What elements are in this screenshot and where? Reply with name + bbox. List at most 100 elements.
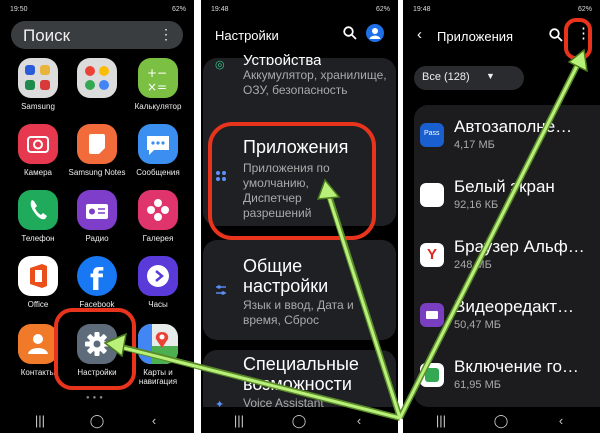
svg-text:+−: +− <box>147 66 167 80</box>
radio-icon <box>77 190 117 230</box>
app-label: Office <box>27 300 49 309</box>
app-clock[interactable]: Часы <box>128 256 188 309</box>
navigation-bar: ||| ◯ ‹ <box>403 407 600 433</box>
more-options-icon[interactable]: ⋮ <box>159 26 173 43</box>
app-name: Браузер Альф… <box>454 237 585 256</box>
app-label: Калькулятор <box>134 102 182 111</box>
page-title: Приложения <box>437 29 514 44</box>
phone-settings-screen: 19:48 62% Настройки ◎ Устройства Аккумул… <box>201 0 398 433</box>
samsung-folder-icon <box>18 58 58 98</box>
app-samsung-notes[interactable]: Samsung Notes <box>67 124 127 177</box>
back-icon[interactable]: ‹ <box>551 413 571 428</box>
app-facebook[interactable]: f Facebook <box>67 256 127 309</box>
app-phone[interactable]: Телефон <box>8 190 68 243</box>
svg-text:f: f <box>90 263 104 296</box>
apps-list: Pass Автозаполне… 4,17 МБ Белый экран 92… <box>414 105 600 407</box>
settings-gear-icon <box>77 324 117 364</box>
apps-filter-dropdown[interactable]: Все (128) ▼ <box>414 66 524 90</box>
messages-icon <box>138 124 178 164</box>
app-size: 61,95 МБ <box>454 379 501 391</box>
status-bar: 19:50 62% <box>0 0 194 20</box>
phone-home-screen: 19:50 62% Поиск ⋮ Samsung +− ×= Калькулят… <box>0 0 194 433</box>
gallery-icon <box>138 190 178 230</box>
status-time: 19:48 <box>211 6 229 13</box>
notes-icon <box>77 124 117 164</box>
camera-icon <box>18 124 58 164</box>
app-calculator[interactable]: +− ×= Калькулятор <box>128 58 188 111</box>
app-gallery[interactable]: Галерея <box>128 190 188 243</box>
maps-icon <box>138 324 178 364</box>
svg-text:×=: ×= <box>147 80 167 94</box>
calculator-icon: +− ×= <box>138 58 178 98</box>
phone-apps-screen: 19:48 62% ‹ Приложения ⋮ Все (128) ▼ Pas… <box>403 0 600 433</box>
facebook-icon: f <box>77 256 117 296</box>
status-battery: 62% <box>375 6 390 13</box>
page-title: Настройки <box>215 28 279 43</box>
app-name: Включение го… <box>454 357 579 376</box>
recents-icon[interactable]: ||| <box>229 413 249 428</box>
app-label: Контакты <box>20 368 56 377</box>
back-icon[interactable]: ‹ <box>144 413 164 428</box>
video-editor-icon <box>420 303 444 327</box>
chevron-down-icon: ▼ <box>486 71 495 81</box>
app-camera[interactable]: Камера <box>8 124 68 177</box>
row-subtitle: Язык и ввод, Дата и время, Сброс <box>243 298 354 327</box>
app-name: Видеоредакт… <box>454 297 574 316</box>
app-size: 50,47 МБ <box>454 319 501 331</box>
yandex-browser-icon: Y <box>420 243 444 267</box>
app-office[interactable]: Office <box>8 256 68 309</box>
navigation-bar: ||| ◯ ‹ <box>0 407 194 433</box>
status-time: 19:50 <box>10 6 28 13</box>
gaming-icon <box>420 363 444 387</box>
navigation-bar: ||| ◯ ‹ <box>201 407 398 433</box>
recents-icon[interactable]: ||| <box>30 413 50 428</box>
app-label: Samsung Notes <box>68 168 126 177</box>
more-options-icon[interactable]: ⋮ <box>576 24 591 42</box>
back-arrow-icon[interactable]: ‹ <box>417 26 422 43</box>
home-icon[interactable]: ◯ <box>491 413 511 429</box>
device-care-icon: ◎ <box>215 59 225 71</box>
back-icon[interactable]: ‹ <box>349 413 369 428</box>
app-settings[interactable]: Настройки <box>67 324 127 377</box>
page-indicator: ●●● <box>86 395 106 401</box>
status-battery: 62% <box>171 6 186 13</box>
home-icon[interactable]: ◯ <box>87 413 107 429</box>
search-icon[interactable] <box>343 26 357 43</box>
app-maps[interactable]: Карты и навигация <box>128 324 188 386</box>
app-messages[interactable]: Сообщения <box>128 124 188 177</box>
row-title: Общие настройки <box>243 256 329 296</box>
phone-icon <box>18 190 58 230</box>
app-size: 4,17 МБ <box>454 139 495 151</box>
app-label: Сообщения <box>136 168 180 177</box>
search-icon[interactable] <box>549 28 563 47</box>
home-icon[interactable]: ◯ <box>289 413 309 429</box>
search-label: Поиск <box>23 26 71 45</box>
app-label: Карты и навигация <box>138 368 178 386</box>
profile-avatar-icon[interactable] <box>366 24 384 42</box>
app-label: Часы <box>148 300 168 309</box>
status-bar: 19:48 62% <box>201 0 398 20</box>
app-radio[interactable]: Радио <box>67 190 127 243</box>
status-time: 19:48 <box>413 6 431 13</box>
app-google-folder[interactable] <box>67 58 127 102</box>
app-samsung[interactable]: Samsung <box>8 58 68 111</box>
contacts-icon <box>18 324 58 364</box>
app-label: Камера <box>24 168 52 177</box>
app-label: Facebook <box>79 300 115 309</box>
apps-grid-icon <box>215 170 227 185</box>
app-name: Белый экран <box>454 177 555 196</box>
search-bar[interactable]: Поиск ⋮ <box>11 21 183 49</box>
app-label: Телефон <box>21 234 55 243</box>
google-folder-icon <box>77 58 117 98</box>
row-title: Устройства <box>243 52 322 65</box>
row-title: Специальные возможности <box>243 354 359 394</box>
sliders-icon <box>215 284 227 299</box>
recents-icon[interactable]: ||| <box>431 413 451 428</box>
app-label: Радио <box>85 234 109 243</box>
row-subtitle: Аккумулятор, хранилище, ОЗУ, безопасност… <box>243 68 387 97</box>
app-size: 248 МБ <box>454 259 492 271</box>
app-size: 92,16 КБ <box>454 199 499 211</box>
pass-icon: Pass <box>420 123 444 147</box>
row-subtitle: Приложения по умолчанию, Диспетчер разре… <box>243 161 330 220</box>
app-contacts[interactable]: Контакты <box>8 324 68 377</box>
